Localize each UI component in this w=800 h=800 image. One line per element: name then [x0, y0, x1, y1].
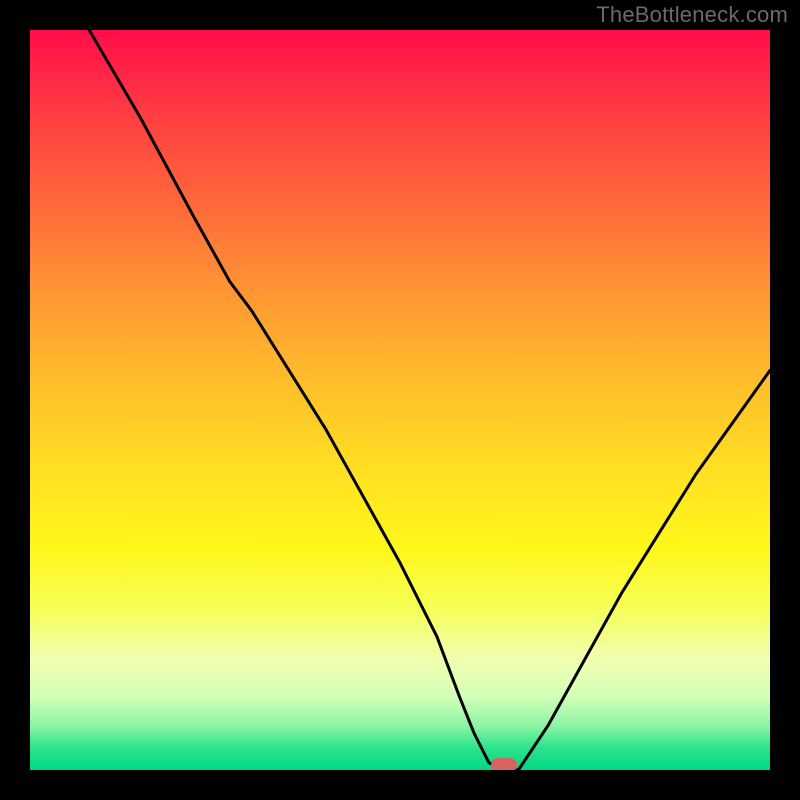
chart-plot-area — [30, 30, 770, 770]
watermark-text: TheBottleneck.com — [596, 2, 788, 28]
optimal-point-marker — [491, 758, 517, 770]
bottleneck-curve — [30, 30, 770, 770]
